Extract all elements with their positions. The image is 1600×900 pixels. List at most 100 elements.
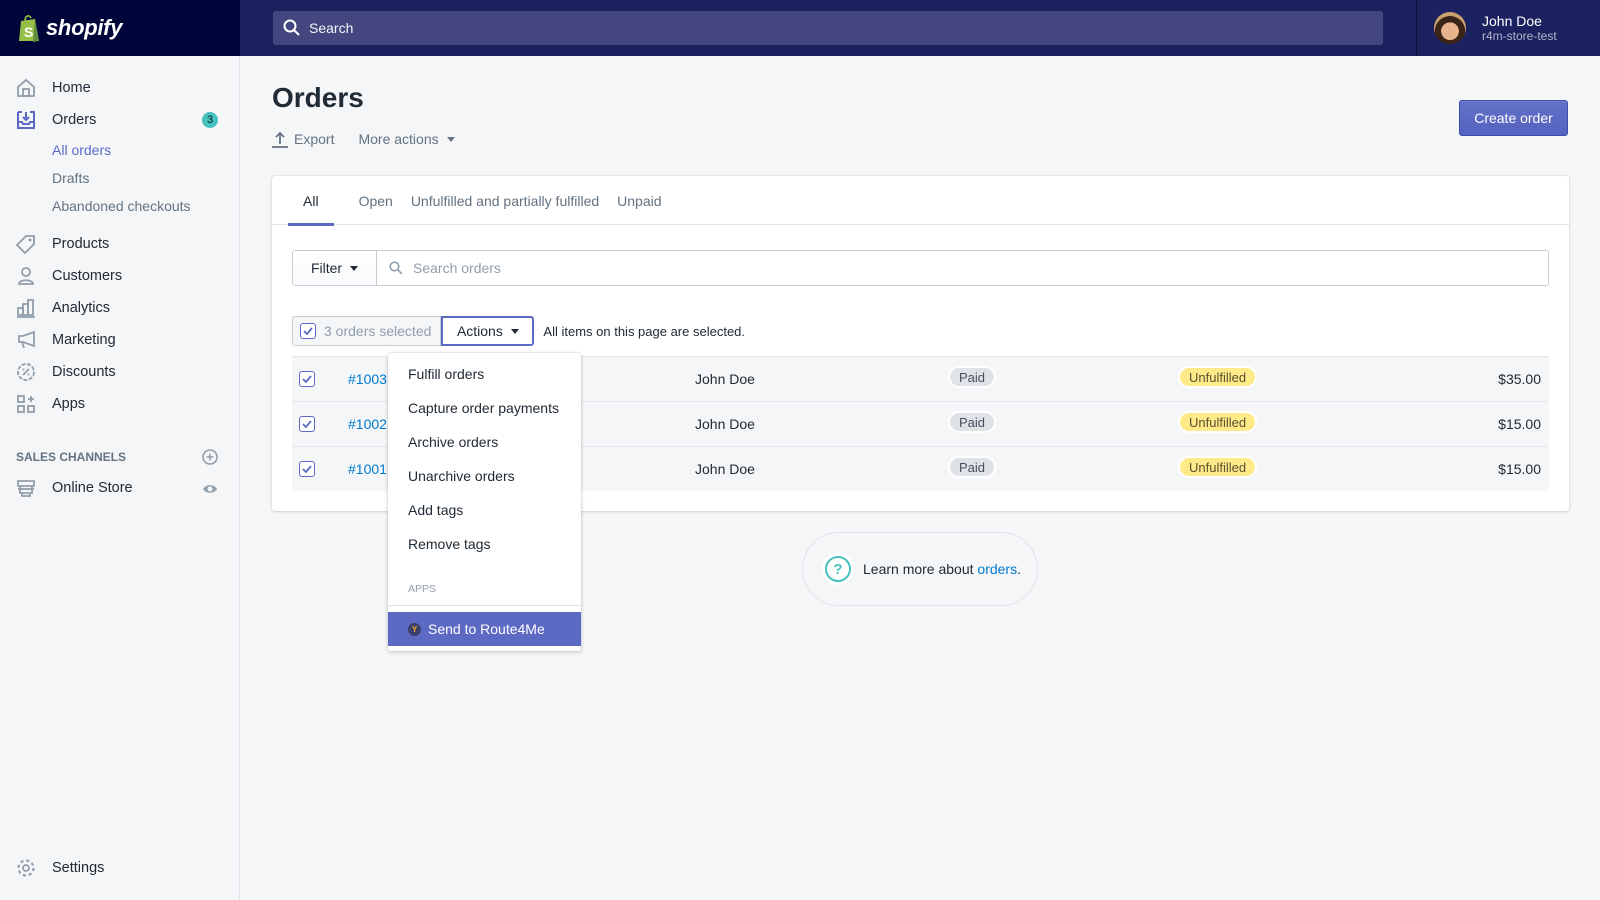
order-tabs: All Open Unfulfilled and partially fulfi… — [272, 176, 1569, 226]
order-number-link[interactable]: #1003 — [348, 371, 387, 387]
sidebar-item-label: Products — [52, 236, 110, 252]
sidebar-item-home[interactable]: Home — [0, 72, 239, 104]
main-content: Orders Export More actions Create order … — [240, 56, 1600, 900]
search-orders-input[interactable]: Search orders — [377, 250, 1549, 286]
sidebar: Home Orders 3 All orders Drafts Abandone… — [0, 56, 240, 900]
sidebar-item-customers[interactable]: Customers — [0, 260, 239, 292]
menu-item-label: Send to Route4Me — [428, 621, 545, 637]
person-icon — [16, 266, 36, 286]
search-orders-placeholder: Search orders — [413, 260, 501, 276]
learn-more-text: Learn more about orders. — [863, 561, 1021, 577]
discount-icon — [16, 362, 36, 382]
checkbox-checked-icon — [300, 323, 316, 339]
user-menu[interactable]: John Doe r4m-store-test — [1416, 0, 1600, 56]
actions-menu: Fulfill orders Capture order payments Ar… — [388, 353, 581, 651]
chevron-down-icon — [510, 328, 519, 334]
search-placeholder: Search — [309, 20, 354, 36]
orders-help-link[interactable]: orders — [977, 561, 1017, 577]
search-icon — [283, 19, 300, 36]
sales-channels-heading: SALES CHANNELS — [16, 450, 127, 464]
sidebar-item-apps[interactable]: Apps — [0, 388, 239, 420]
export-label: Export — [294, 131, 335, 147]
megaphone-icon — [16, 330, 36, 350]
order-total: $35.00 — [1498, 371, 1541, 387]
select-all-checkbox[interactable]: 3 orders selected — [292, 316, 442, 346]
payment-status-badge: Paid — [948, 366, 997, 388]
menu-item-fulfill-orders[interactable]: Fulfill orders — [408, 366, 484, 382]
add-sales-channel-icon[interactable] — [202, 449, 218, 465]
user-name: John Doe — [1482, 13, 1542, 29]
apps-icon — [16, 394, 36, 414]
row-checkbox[interactable] — [299, 371, 315, 387]
tab-all[interactable]: All — [288, 176, 334, 226]
order-total: $15.00 — [1498, 461, 1541, 477]
more-actions-label: More actions — [358, 131, 439, 147]
top-bar: S shopify Search John Doe r4m-store-test — [0, 0, 1600, 56]
menu-item-remove-tags[interactable]: Remove tags — [408, 536, 490, 552]
sidebar-subitem-all-orders[interactable]: All orders — [52, 142, 111, 158]
global-search-input[interactable]: Search — [273, 11, 1383, 45]
export-button[interactable]: Export — [272, 130, 334, 148]
sidebar-item-settings[interactable]: Settings — [0, 852, 239, 884]
menu-item-capture-payments[interactable]: Capture order payments — [408, 400, 559, 416]
orders-icon — [16, 110, 36, 130]
sidebar-item-label: Settings — [52, 860, 105, 876]
orders-count-badge: 3 — [202, 112, 218, 128]
avatar — [1434, 12, 1466, 44]
route4me-icon: Y — [408, 622, 421, 636]
gear-icon — [16, 858, 36, 878]
sidebar-item-label: Discounts — [52, 364, 116, 380]
menu-item-archive-orders[interactable]: Archive orders — [408, 434, 498, 450]
customer-name: John Doe — [695, 371, 755, 387]
sidebar-item-discounts[interactable]: Discounts — [0, 356, 239, 388]
apps-section-heading: APPS — [408, 583, 437, 595]
order-number-link[interactable]: #1001 — [348, 461, 387, 477]
tab-unpaid[interactable]: Unpaid — [609, 176, 669, 225]
export-icon — [272, 131, 288, 148]
more-actions-button[interactable]: More actions — [358, 131, 455, 147]
menu-item-send-to-route4me[interactable]: Y Send to Route4Me — [388, 612, 581, 646]
store-name: r4m-store-test — [1482, 29, 1557, 43]
sidebar-item-label: Apps — [52, 396, 86, 412]
view-store-eye-icon[interactable] — [202, 481, 218, 497]
menu-item-unarchive-orders[interactable]: Unarchive orders — [408, 468, 515, 484]
menu-item-add-tags[interactable]: Add tags — [408, 502, 463, 518]
sidebar-item-marketing[interactable]: Marketing — [0, 324, 239, 356]
fulfillment-status-badge: Unfulfilled — [1178, 411, 1258, 433]
sidebar-item-label: Marketing — [52, 332, 116, 348]
row-checkbox[interactable] — [299, 461, 315, 477]
actions-label: Actions — [456, 323, 503, 339]
brand-name: shopify — [46, 15, 123, 40]
store-icon — [16, 478, 36, 498]
learn-more-suffix: . — [1017, 561, 1021, 577]
filter-bar: Filter Search orders — [292, 250, 1549, 286]
tag-icon — [16, 234, 36, 254]
payment-status-badge: Paid — [948, 456, 997, 478]
shopify-logo[interactable]: S shopify — [0, 0, 240, 56]
sidebar-item-products[interactable]: Products — [0, 228, 239, 260]
sidebar-item-label: Online Store — [52, 480, 133, 496]
sidebar-item-label: Home — [52, 80, 91, 96]
shopify-bag-icon: S — [19, 15, 39, 42]
sidebar-subitem-drafts[interactable]: Drafts — [52, 170, 89, 186]
row-checkbox[interactable] — [299, 416, 315, 432]
search-icon — [389, 261, 403, 275]
selection-message: All items on this page are selected. — [543, 323, 746, 339]
bulk-actions-bar: 3 orders selected Actions All items on t… — [292, 316, 745, 346]
sidebar-item-analytics[interactable]: Analytics — [0, 292, 239, 324]
home-icon — [16, 78, 36, 98]
bar-chart-icon — [16, 298, 36, 318]
learn-more-callout: ? Learn more about orders. — [802, 532, 1038, 606]
tab-open[interactable]: Open — [334, 176, 401, 225]
tab-unfulfilled-partially[interactable]: Unfulfilled and partially fulfilled — [401, 176, 609, 225]
order-number-link[interactable]: #1002 — [348, 416, 387, 432]
create-order-button[interactable]: Create order — [1459, 100, 1568, 136]
learn-more-prefix: Learn more about — [863, 561, 978, 577]
sidebar-subitem-abandoned-checkouts[interactable]: Abandoned checkouts — [52, 198, 191, 214]
filter-label: Filter — [310, 260, 343, 276]
filter-button[interactable]: Filter — [292, 250, 377, 286]
svg-text:S: S — [24, 24, 33, 40]
customer-name: John Doe — [695, 461, 755, 477]
actions-dropdown-button[interactable]: Actions — [441, 316, 535, 346]
page-title: Orders — [272, 82, 364, 113]
